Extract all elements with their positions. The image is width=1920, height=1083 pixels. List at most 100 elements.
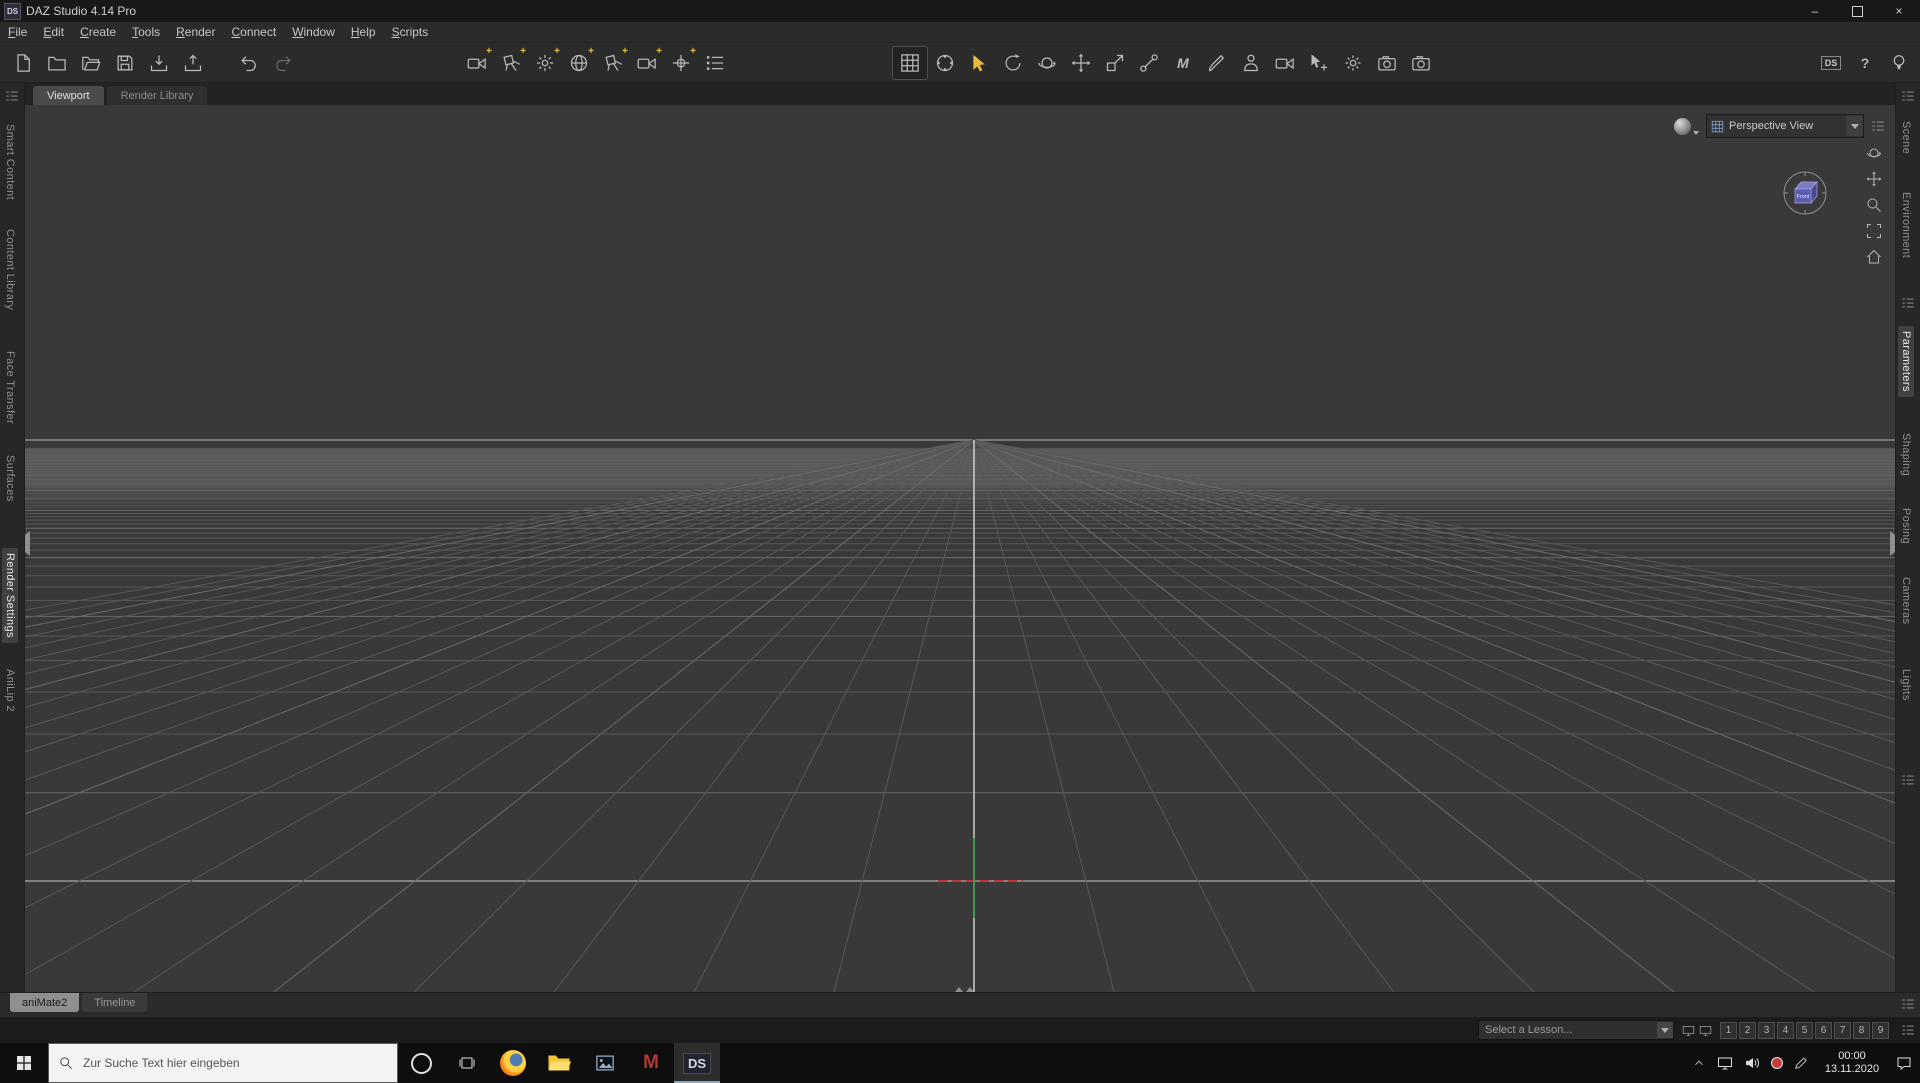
tab-timeline[interactable]: Timeline [82,993,148,1012]
tab-animate2[interactable]: aniMate2 [10,993,80,1012]
new-linear-point-light-button[interactable] [596,46,630,79]
draw-style-selector[interactable] [1674,117,1699,135]
render-settings-button[interactable] [1370,47,1404,79]
dock-tab-lights[interactable]: Lights [1900,669,1912,701]
maximize-button[interactable] [1836,0,1878,22]
brush-tool[interactable] [1200,47,1234,79]
viewport-3d[interactable]: Perspective View Front [25,105,1895,992]
lesson-select-dropdown[interactable]: Select a Lesson... [1478,1020,1674,1040]
lesson-step-7[interactable]: 7 [1834,1021,1851,1039]
dock-tab-face-transfer[interactable]: Face Transfer [4,351,16,424]
new-camera-button[interactable] [460,46,494,79]
new-file-button[interactable] [6,47,40,79]
joint-editor-tool[interactable] [1132,47,1166,79]
lesson-step-2[interactable]: 2 [1739,1021,1756,1039]
node-selection-tool[interactable] [962,47,996,79]
open-file-button[interactable] [40,47,74,79]
lesson-step-3[interactable]: 3 [1758,1021,1775,1039]
daz-studio-taskbar-button[interactable]: DS [674,1043,720,1083]
universal-manipulator-tool[interactable] [928,47,962,79]
grid-snap-button[interactable] [892,45,928,80]
taskbar-clock[interactable]: 00:00 13.11.2020 [1819,1050,1885,1076]
photos-app-button[interactable] [582,1043,628,1083]
dock-tab-anilip2[interactable]: AniLip 2 [4,669,16,712]
figure-tool[interactable] [1234,47,1268,79]
dock-tab-smart-content[interactable]: Smart Content [4,124,16,200]
tray-app-icon[interactable] [1771,1057,1783,1069]
cortana-button[interactable] [398,1043,444,1083]
network-icon[interactable] [1717,1055,1733,1071]
redo-button[interactable] [266,47,300,79]
file-explorer-button[interactable] [536,1043,582,1083]
new-point-light-button[interactable] [528,46,562,79]
export-file-button[interactable] [176,47,210,79]
menu-connect[interactable]: Connect [223,23,284,41]
dock-tab-shaping[interactable]: Shaping [1900,433,1912,476]
tab-viewport[interactable]: Viewport [33,86,104,105]
zoom-view-icon[interactable] [1866,197,1882,213]
view-selector-dropdown[interactable]: Perspective View [1706,114,1864,138]
pane-options-icon[interactable] [1901,1023,1915,1037]
pane-options-icon[interactable] [5,89,19,103]
tool-settings-button[interactable] [1336,47,1370,79]
menu-tools[interactable]: Tools [124,23,168,41]
task-view-button[interactable] [444,1043,490,1083]
new-null-button[interactable] [664,46,698,79]
surface-selection-tool[interactable] [1302,47,1336,79]
volume-icon[interactable] [1744,1055,1760,1071]
orbit-view-icon[interactable] [1866,145,1882,161]
dock-tab-render-settings[interactable]: Render Settings [2,548,18,643]
h极idden-icons-chevron[interactable] [1692,1056,1706,1070]
pane-options-icon[interactable] [1901,89,1915,103]
undo-button[interactable] [232,47,266,79]
orbit-tool[interactable] [1030,47,1064,79]
close-button[interactable]: × [1878,0,1920,22]
taskbar-search[interactable] [48,1043,398,1083]
new-distant-light-button[interactable] [562,46,596,79]
daz-central-button[interactable]: DS [1814,47,1848,79]
menu-render[interactable]: Render [168,23,223,41]
right-dock-collapse-handle[interactable] [1890,531,1895,556]
interactive-lessons-button[interactable] [1882,47,1916,79]
save-file-button[interactable] [108,47,142,79]
menu-window[interactable]: Window [284,23,343,41]
minimize-button[interactable]: – [1794,0,1836,22]
dock-tab-posing[interactable]: Posing [1900,508,1912,544]
camera-view-tool[interactable] [1268,47,1302,79]
lesson-step-5[interactable]: 5 [1796,1021,1813,1039]
left-dock-collapse-handle[interactable] [25,531,30,556]
pane-options-icon[interactable] [1871,119,1885,133]
menu-edit[interactable]: Edit [35,23,72,41]
new-group-button[interactable] [698,47,732,79]
tab-render-library[interactable]: Render Library [106,86,208,105]
windows-ink-pen-icon[interactable] [1794,1056,1808,1070]
scale-tool[interactable] [1098,47,1132,79]
whats-this-help-button[interactable]: ? [1848,47,1882,79]
dock-tab-cameras[interactable]: Cameras [1900,577,1912,624]
lesson-step-8[interactable]: 8 [1853,1021,1870,1039]
lesson-display-icon[interactable] [1699,1024,1712,1037]
dock-tab-parameters[interactable]: Parameters [1898,326,1914,397]
search-input[interactable] [81,1055,355,1071]
menu-scripts[interactable]: Scripts [384,23,437,41]
view-orientation-cube[interactable]: Front [1781,169,1829,217]
start-button[interactable] [0,1043,48,1083]
pane-options-icon[interactable] [1901,997,1915,1011]
dock-tab-environment[interactable]: Environment [1900,192,1912,258]
m-app-button[interactable]: M [628,1043,674,1083]
pane-options-icon[interactable] [1901,773,1915,787]
merge-file-button[interactable] [74,47,108,79]
dock-tab-content-library[interactable]: Content Library [4,229,16,310]
render-button[interactable] [1404,47,1438,79]
home-view-icon[interactable] [1866,249,1882,265]
menu-help[interactable]: Help [343,23,384,41]
measure-metrics-tool[interactable]: M [1166,47,1200,79]
lesson-step-4[interactable]: 4 [1777,1021,1794,1039]
lesson-step-1[interactable]: 1 [1720,1021,1737,1039]
rotate-tool[interactable] [996,47,1030,79]
import-file-button[interactable] [142,47,176,79]
frame-view-icon[interactable] [1866,223,1882,239]
dock-tab-scene[interactable]: Scene [1900,121,1912,154]
lesson-step-6[interactable]: 6 [1815,1021,1832,1039]
bottom-dock-collapse-handle[interactable] [955,987,974,992]
